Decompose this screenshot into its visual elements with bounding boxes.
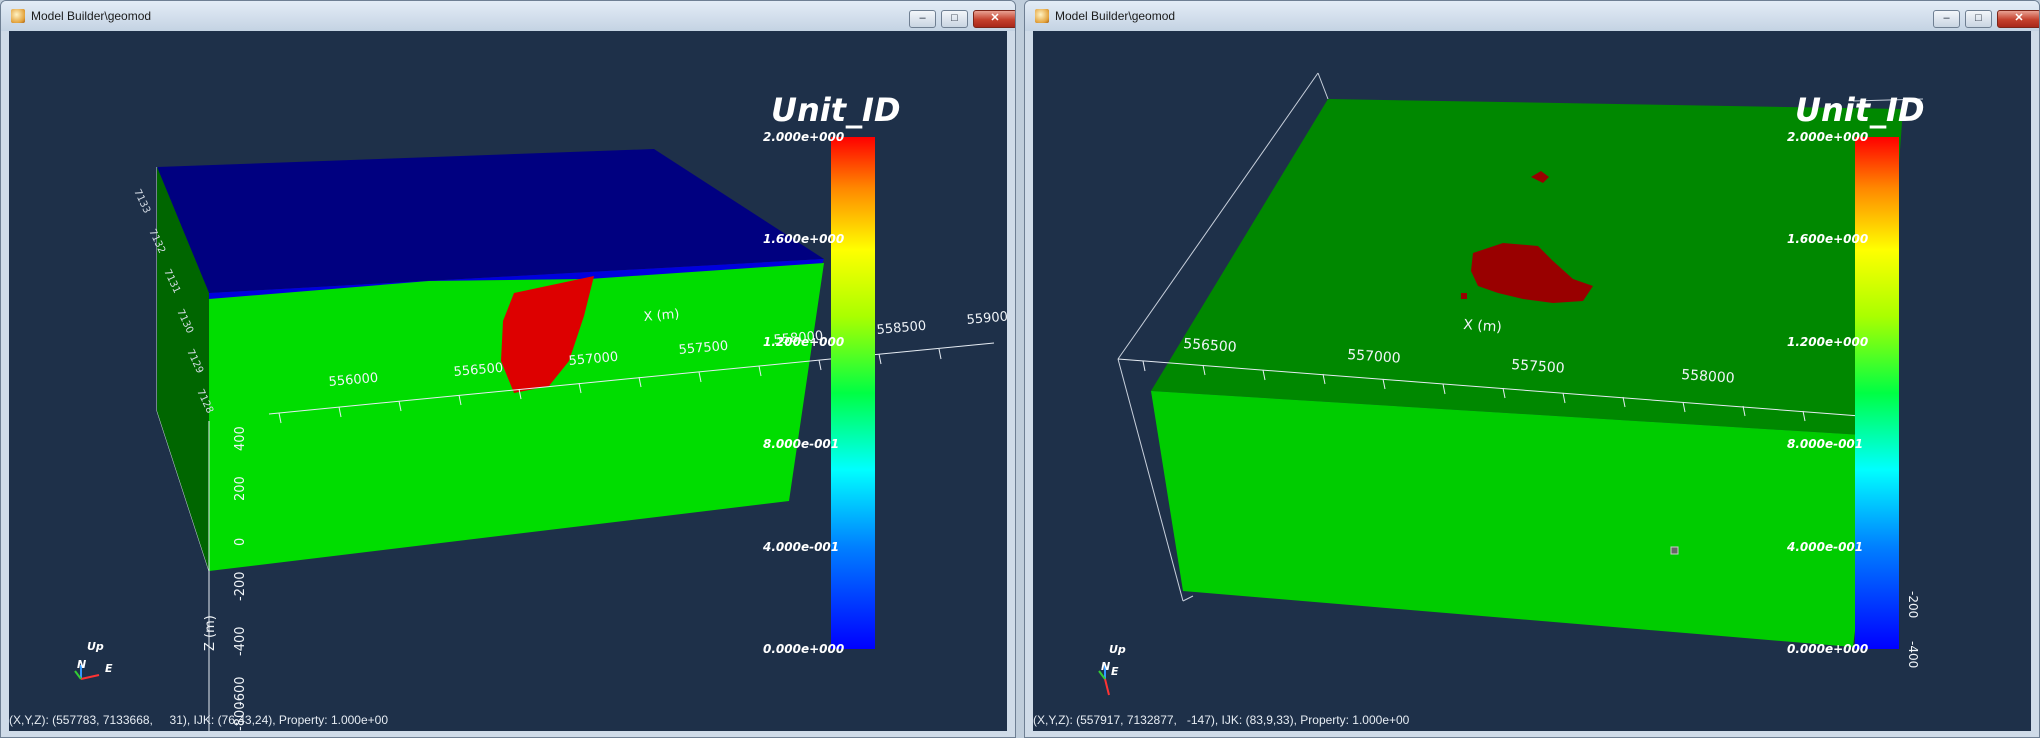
3d-viewport[interactable]: 556500 557000 557500 558000 X (m) -200 -… [1033, 31, 2031, 731]
window-title: Model Builder\geomod [1055, 9, 1176, 23]
legend-tick-label: 0.000e+000 [763, 642, 844, 656]
z-tick-label: -200 [233, 571, 248, 601]
legend-tick-label: 8.000e-001 [1787, 437, 1863, 451]
legend-tick-label: 4.000e-001 [1786, 540, 1863, 554]
z-axis-label: Z (m) [203, 615, 218, 651]
maximize-button[interactable]: □ [1965, 10, 1992, 28]
orientation-axes-icon: Up N E [74, 640, 113, 680]
orientation-axes-icon: Up N E [1098, 643, 1126, 696]
legend-title: Unit_ID [1795, 91, 1925, 129]
title-bar[interactable]: Model Builder\geomod – □ ✕ [1, 1, 1015, 31]
app-icon [11, 9, 25, 23]
legend-tick-label: 1.200e+000 [1787, 335, 1868, 349]
title-bar[interactable]: Model Builder\geomod – □ ✕ [1025, 1, 2039, 31]
maximize-button[interactable]: □ [941, 10, 968, 28]
y-tick-label: 7133 [131, 188, 152, 216]
orientation-east-label: E [1111, 665, 1119, 678]
model-front-face [1151, 391, 1879, 647]
orientation-north-label: N [1101, 660, 1110, 673]
viewer-window-right: Model Builder\geomod – □ ✕ 556500 557000… [1024, 0, 2040, 738]
window-title: Model Builder\geomod [31, 9, 152, 23]
legend-tick-label: 2.000e+000 [763, 130, 844, 144]
legend-tick-label: 1.600e+000 [763, 232, 844, 246]
z-tick-label: 0 [233, 538, 248, 546]
z-tick-label: -200 [1906, 591, 1920, 618]
x-axis-label: X (m) [1463, 317, 1503, 336]
model-scene: 556500 557000 557500 558000 X (m) -200 -… [1098, 72, 1925, 696]
legend-tick-label: 2.000e+000 [1787, 130, 1868, 144]
legend-tick-label: 1.200e+000 [763, 335, 844, 349]
z-tick-label: 400 [233, 426, 248, 451]
app-icon [1035, 9, 1049, 23]
close-button[interactable]: ✕ [1997, 10, 2039, 28]
color-scale-bar [831, 137, 875, 649]
z-tick-label: 200 [233, 476, 248, 501]
x-tick-label: 559000 [966, 309, 1007, 328]
minimize-button[interactable]: – [909, 10, 936, 28]
3d-viewport[interactable]: 556000 556500 557000 557500 558000 55850… [9, 31, 1007, 731]
red-body-dot [1461, 293, 1467, 299]
viewer-window-left: Model Builder\geomod – □ ✕ 556000 556500… [0, 0, 1016, 738]
legend-tick-label: 0.000e+000 [1787, 642, 1868, 656]
probe-marker [1670, 546, 1679, 555]
color-scale-bar [1855, 137, 1899, 649]
model-scene: 556000 556500 557000 557500 558000 55850… [74, 91, 1007, 731]
status-readout: (X,Y,Z): (557783, 7133668, 31), IJK: (76… [9, 713, 389, 727]
status-readout: (X,Y,Z): (557917, 7132877, -147), IJK: (… [1033, 713, 1410, 727]
orientation-north-label: N [77, 658, 86, 671]
z-tick-label: -400 [1906, 641, 1920, 668]
legend-title: Unit_ID [771, 91, 901, 129]
minimize-button[interactable]: – [1933, 10, 1960, 28]
orientation-up-label: Up [87, 640, 104, 653]
orientation-up-label: Up [1109, 643, 1126, 656]
z-tick-label: -400 [233, 626, 248, 656]
x-tick-label: 558500 [876, 319, 927, 338]
legend-tick-label: 8.000e-001 [763, 437, 839, 451]
orientation-east-label: E [105, 662, 113, 675]
x-axis-label: X (m) [643, 307, 680, 325]
legend-tick-label: 1.600e+000 [1787, 232, 1868, 246]
legend-tick-label: 4.000e-001 [762, 540, 839, 554]
close-button[interactable]: ✕ [973, 10, 1015, 28]
